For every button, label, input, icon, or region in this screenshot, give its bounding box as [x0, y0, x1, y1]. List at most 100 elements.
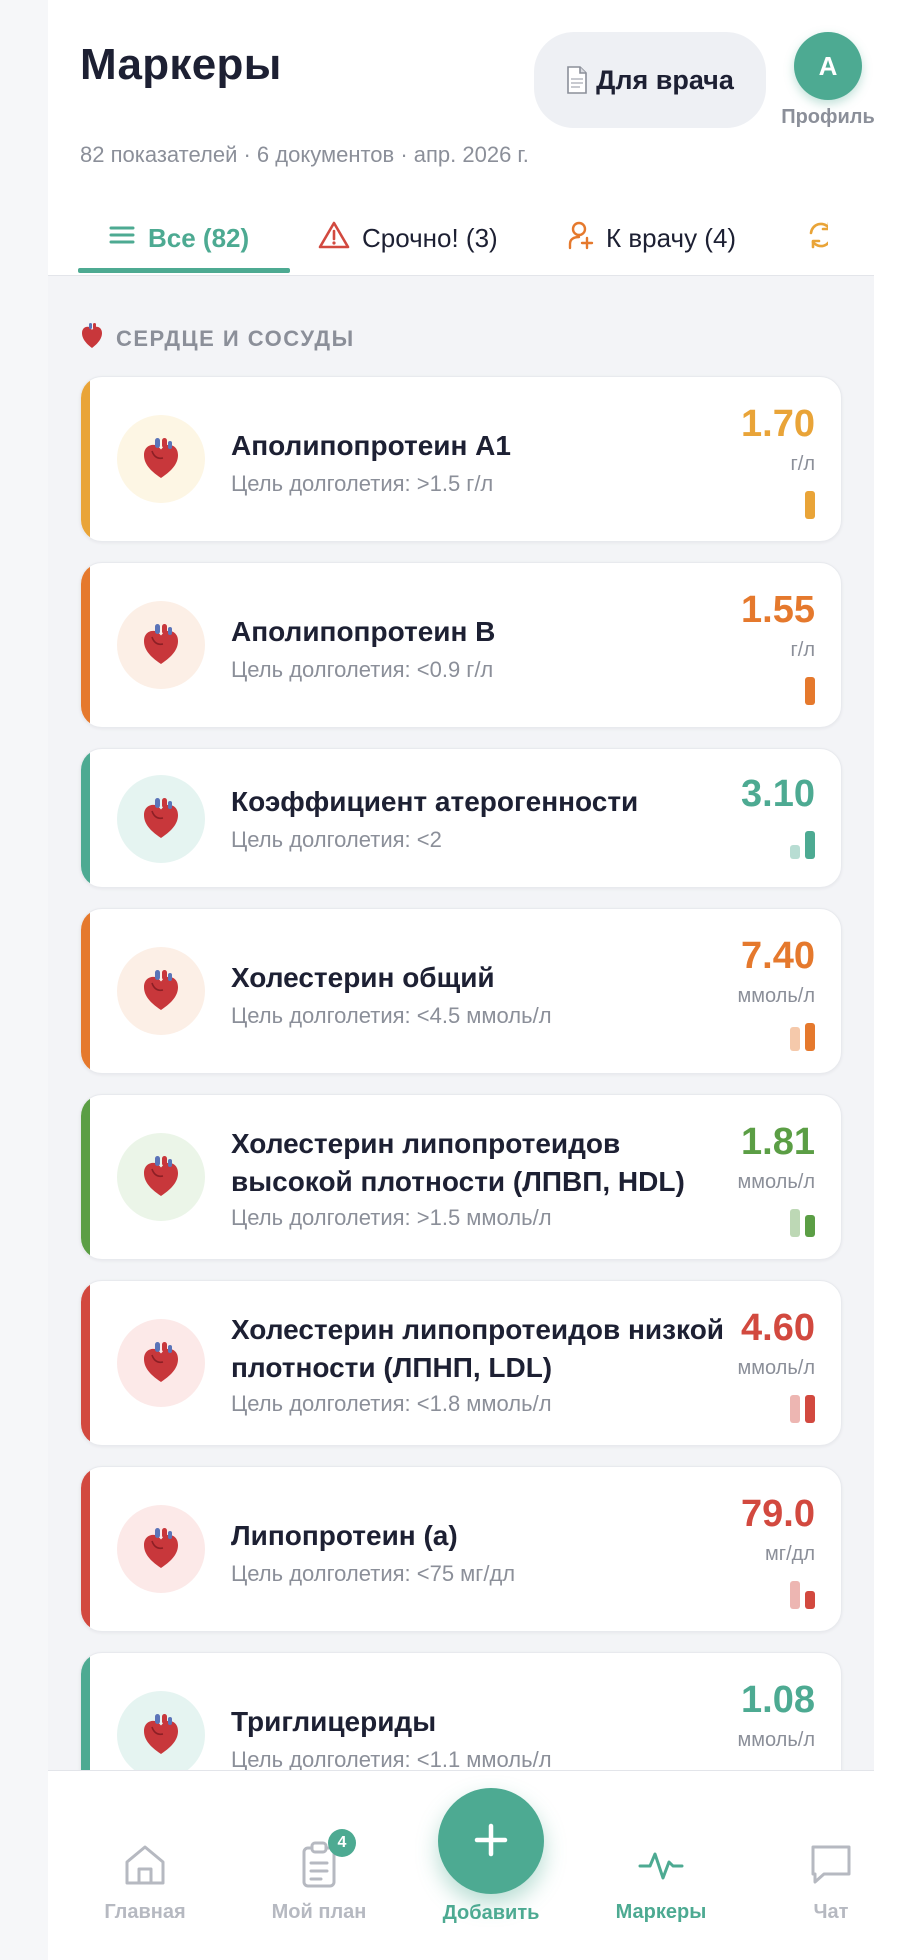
trend-bar — [790, 1209, 800, 1237]
trend-sparkbars — [790, 1021, 815, 1051]
marker-card[interactable]: Липопротеин (a) Цель долголетия: <75 мг/д… — [80, 1466, 842, 1632]
marker-unit: мг/дл — [765, 1543, 815, 1565]
trend-bar — [790, 1395, 800, 1423]
add-button[interactable] — [438, 1788, 544, 1894]
person-add-icon — [568, 220, 594, 257]
marker-card[interactable]: Холестерин общий Цель долголетия: <4.5 мм… — [80, 908, 842, 1074]
trend-sparkbars — [790, 1207, 815, 1237]
plan-badge: 4 — [328, 1829, 356, 1857]
profile-label[interactable]: Профиль — [772, 106, 874, 129]
marker-goal: Цель долголетия: <75 мг/дл — [231, 1561, 516, 1586]
trend-bar — [790, 1027, 800, 1051]
marker-value: 1.55 — [741, 589, 815, 631]
status-bar — [81, 1095, 90, 1259]
page: Маркеры Для врача А Профиль 82 показател… — [0, 0, 916, 1960]
list-icon — [108, 223, 136, 254]
marker-unit: г/л — [790, 639, 815, 661]
trend-sparkbars — [800, 489, 815, 519]
heart-icon — [117, 415, 205, 503]
marker-name: Холестерин липопротеидов низкой плотност… — [231, 1314, 725, 1383]
marker-value: 3.10 — [741, 773, 815, 815]
heart-icon — [117, 1319, 205, 1407]
marker-goal: Цель долголетия: <0.9 г/л — [231, 657, 494, 682]
marker-card[interactable]: Холестерин липопротеидов низкой плотност… — [80, 1280, 842, 1446]
status-bar — [81, 749, 90, 887]
tab-to-doctor-label: К врачу (4) — [606, 222, 737, 253]
trend-bar — [790, 1581, 800, 1609]
marker-goal: Цель долголетия: <4.5 ммоль/л — [231, 1003, 552, 1028]
marker-name: Коэффициент атерогенности — [231, 786, 639, 817]
status-bar — [81, 563, 90, 727]
chat-icon — [756, 1837, 874, 1893]
heart-icon — [117, 1691, 205, 1779]
trend-bar — [805, 491, 815, 519]
document-icon — [566, 66, 588, 94]
tabs-overflow-edge — [828, 200, 874, 272]
app-screen: Маркеры Для врача А Профиль 82 показател… — [48, 0, 874, 1960]
right-margin — [874, 0, 916, 1960]
avatar[interactable]: А — [794, 32, 862, 100]
heart-icon — [117, 601, 205, 689]
heart-icon — [80, 322, 104, 356]
heart-icon — [117, 1505, 205, 1593]
marker-value: 7.40 — [741, 935, 815, 977]
marker-value: 1.70 — [741, 403, 815, 445]
status-bar — [81, 1281, 90, 1445]
active-tab-indicator — [78, 268, 290, 273]
marker-unit: ммоль/л — [737, 1357, 816, 1379]
clipboard-icon: 4 — [244, 1829, 394, 1893]
marker-card[interactable]: Аполипопротеин B Цель долголетия: <0.9 г/… — [80, 562, 842, 728]
trend-bar — [805, 831, 815, 859]
tab-urgent-label: Срочно! (3) — [362, 222, 498, 253]
marker-card[interactable]: Коэффициент атерогенности Цель долголетия… — [80, 748, 842, 888]
header: Маркеры Для врача А Профиль 82 показател… — [48, 0, 874, 276]
marker-name: Триглицериды — [231, 1706, 437, 1737]
page-subtitle: 82 показателей · 6 документов · апр. 202… — [80, 142, 529, 167]
status-bar — [81, 377, 90, 541]
left-margin — [0, 0, 48, 1960]
marker-goal: Цель долголетия: >1.5 ммоль/л — [231, 1205, 552, 1230]
section-title-label: СЕРДЦЕ И СОСУДЫ — [116, 326, 355, 351]
nav-chat[interactable]: Чат — [756, 1837, 874, 1924]
marker-unit: ммоль/л — [737, 1171, 816, 1193]
marker-unit: ммоль/л — [737, 1729, 816, 1751]
tab-urgent[interactable]: Срочно! (3) — [318, 200, 498, 276]
marker-value: 79.0 — [741, 1493, 815, 1535]
marker-value: 1.08 — [741, 1679, 815, 1721]
nav-home[interactable]: Главная — [70, 1837, 220, 1924]
nav-chat-label: Чат — [813, 1901, 849, 1923]
for-doctor-button[interactable]: Для врача — [534, 32, 766, 128]
marker-value: 4.60 — [741, 1307, 815, 1349]
marker-goal: Цель долголетия: >1.5 г/л — [231, 471, 494, 496]
page-title: Маркеры — [80, 40, 282, 89]
trend-sparkbars — [790, 829, 815, 859]
marker-card[interactable]: Холестерин липопротеидов высокой плотнос… — [80, 1094, 842, 1260]
marker-name: Аполипопротеин A1 — [231, 430, 511, 461]
trend-bar — [805, 677, 815, 705]
heart-icon — [117, 1133, 205, 1221]
marker-name: Липопротеин (a) — [231, 1520, 458, 1551]
section-title: СЕРДЦЕ И СОСУДЫ — [80, 322, 355, 356]
warning-triangle-icon — [318, 220, 350, 257]
marker-name: Холестерин липопротеидов высокой плотнос… — [231, 1128, 685, 1197]
nav-home-label: Главная — [104, 1901, 186, 1923]
marker-card[interactable]: Аполипопротеин A1 Цель долголетия: >1.5 г… — [80, 376, 842, 542]
marker-unit: ммоль/л — [737, 985, 816, 1007]
nav-markers[interactable]: Маркеры — [586, 1837, 736, 1924]
tab-all[interactable]: Все (82) — [108, 200, 249, 276]
marker-name: Холестерин общий — [231, 962, 495, 993]
tab-all-label: Все (82) — [148, 222, 250, 253]
trend-bar — [805, 1215, 815, 1237]
marker-unit: г/л — [790, 453, 815, 475]
pulse-icon — [586, 1837, 736, 1893]
for-doctor-label: Для врача — [596, 64, 734, 95]
nav-plan-label: Мой план — [271, 1901, 367, 1923]
trend-bar — [805, 1023, 815, 1051]
nav-plan[interactable]: 4 Мой план — [244, 1829, 394, 1924]
plus-icon — [471, 1820, 511, 1863]
add-button-label[interactable]: Добавить — [416, 1902, 566, 1925]
filter-tabs: Все (82) Срочно! (3) К врачу (4) — [48, 200, 874, 276]
home-icon — [70, 1837, 220, 1893]
marker-goal: Цель долголетия: <1.8 ммоль/л — [231, 1391, 552, 1416]
tab-to-doctor[interactable]: К врачу (4) — [568, 200, 736, 276]
